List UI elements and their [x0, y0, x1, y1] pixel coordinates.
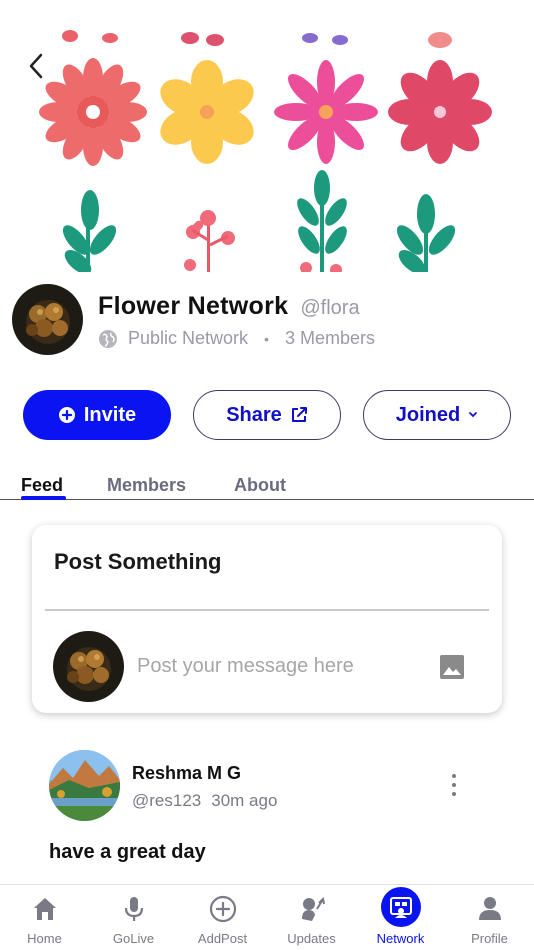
post-author-name[interactable]: Reshma M G: [132, 763, 241, 784]
tab-bar: Feed Members About: [0, 470, 534, 500]
post-author-handle: @res123: [132, 791, 202, 810]
chevron-left-icon: [29, 53, 43, 79]
chevron-down-icon: [469, 412, 478, 418]
share-button-label: Share: [226, 403, 282, 426]
tab-members[interactable]: Members: [107, 475, 186, 496]
user-avatar-image: [53, 631, 124, 702]
nav-profile-label: Profile: [471, 931, 508, 946]
nav-home-label: Home: [27, 931, 62, 946]
network-avatar: [12, 284, 83, 355]
person-icon: [478, 897, 501, 920]
home-icon: [33, 898, 56, 920]
nav-addpost-label: AddPost: [197, 931, 248, 946]
attach-image-button[interactable]: [439, 654, 465, 680]
tab-about[interactable]: About: [234, 475, 286, 496]
nav-updates[interactable]: Updates: [267, 885, 356, 950]
cover-image: [0, 0, 534, 272]
post-meta: @res123 30m ago: [132, 791, 277, 811]
network-name: Flower Network: [98, 292, 289, 320]
back-button[interactable]: [26, 52, 60, 86]
image-icon: [440, 655, 464, 679]
network-icon: [389, 897, 412, 918]
joined-button[interactable]: Joined: [363, 390, 511, 440]
nav-golive[interactable]: GoLive: [89, 885, 178, 950]
composer-divider: [45, 609, 489, 611]
post-author-avatar-image: [49, 750, 120, 821]
bottom-navigation: Home GoLive AddPost Updates Network Prof…: [0, 884, 534, 950]
nav-home[interactable]: Home: [0, 885, 89, 950]
invite-button-label: Invite: [83, 403, 137, 426]
meta-separator: •: [264, 330, 269, 347]
network-meta: Public Network • 3 Members: [98, 328, 375, 349]
user-avatar: [53, 631, 124, 702]
composer-title: Post Something: [54, 549, 222, 574]
flower-illustration: [39, 30, 492, 272]
post-message-input[interactable]: [137, 655, 417, 678]
nav-network-label: Network: [376, 931, 425, 946]
nav-network[interactable]: Network: [356, 885, 445, 950]
external-link-icon: [291, 407, 307, 422]
network-handle: @flora: [300, 297, 360, 319]
post-timestamp: 30m ago: [211, 791, 278, 810]
nav-addpost[interactable]: AddPost: [178, 885, 267, 950]
more-vertical-icon: [452, 774, 456, 778]
post-composer-card: Post Something: [32, 525, 502, 713]
tab-feed[interactable]: Feed: [21, 475, 63, 496]
updates-icon: [301, 896, 325, 921]
network-visibility: Public Network: [128, 328, 249, 348]
nav-profile[interactable]: Profile: [445, 885, 534, 950]
active-tab-indicator: [21, 496, 66, 500]
network-avatar-image: [12, 284, 83, 355]
plus-circle-icon: [209, 895, 236, 923]
post-author-avatar[interactable]: [49, 750, 120, 821]
plus-circle-icon: [58, 407, 75, 423]
globe-icon: [99, 329, 117, 348]
nav-updates-label: Updates: [287, 931, 336, 946]
joined-button-label: Joined: [395, 403, 461, 426]
invite-button[interactable]: Invite: [23, 390, 171, 440]
share-button[interactable]: Share: [193, 390, 341, 440]
post-more-options-button[interactable]: [444, 772, 464, 798]
post-body: have a great day: [49, 841, 206, 863]
network-members-count: 3 Members: [284, 328, 375, 348]
nav-golive-label: GoLive: [112, 931, 155, 946]
network-title-row: Flower Network @flora: [98, 292, 360, 321]
microphone-icon: [124, 897, 143, 921]
